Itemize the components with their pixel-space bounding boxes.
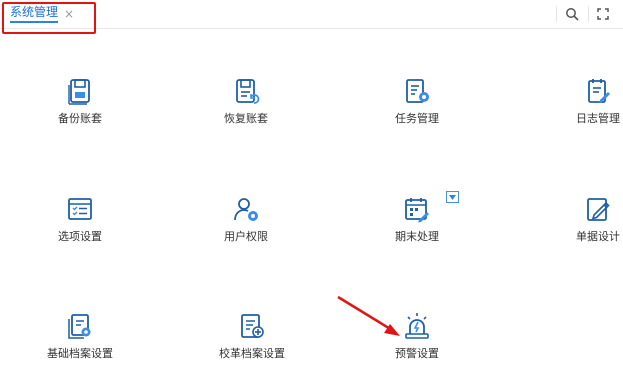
tile-reform-archive-settings[interactable]: 校革档案设置 [192,311,312,387]
tile-label: 日志管理 [576,112,620,125]
toolbar-divider [588,6,589,22]
tile-label: 校革档案设置 [219,347,285,360]
archive-add-icon [237,311,267,341]
tile-label: 单据设计 [576,230,620,243]
tile-label: 用户权限 [224,230,268,243]
search-button[interactable] [562,4,582,24]
system-management-page: 系统管理 × 备份账套 恢复账套 任务管理 日志管理 选项设置 用户权限 期末处… [0,0,623,388]
tile-label: 期末处理 [395,230,439,243]
tile-task-management[interactable]: 任务管理 [357,76,477,152]
alarm-light-icon [402,311,432,341]
options-list-icon [65,194,95,224]
tile-label: 基础档案设置 [47,347,113,360]
tab-highlight-box [2,2,96,34]
user-settings-icon [231,194,261,224]
tile-restore-account[interactable]: 恢复账套 [186,76,306,152]
tile-options-settings[interactable]: 选项设置 [20,194,140,270]
search-icon [566,8,579,21]
tile-label: 备份账套 [58,112,102,125]
tile-alert-settings[interactable]: 预警设置 [357,311,477,387]
document-edit-icon [583,194,613,224]
restore-disk-icon [231,76,261,106]
toolbar-divider [556,6,557,22]
tile-basic-archive-settings[interactable]: 基础档案设置 [20,311,140,387]
tile-period-end-processing[interactable]: 期末处理 [357,194,477,270]
tile-user-permissions[interactable]: 用户权限 [186,194,306,270]
calendar-settings-icon [402,194,432,224]
backup-disk-icon [65,76,95,106]
fullscreen-button[interactable] [593,4,613,24]
tile-log-management[interactable]: 日志管理 [538,76,623,152]
tile-label: 预警设置 [395,347,439,360]
task-settings-icon [402,76,432,106]
tile-label: 任务管理 [395,112,439,125]
caret-down-icon [449,194,456,200]
log-edit-icon [583,76,613,106]
fullscreen-icon [597,8,609,20]
tile-backup-account[interactable]: 备份账套 [20,76,140,152]
tile-label: 恢复账套 [224,112,268,125]
period-end-dropdown-toggle[interactable] [446,191,459,203]
archive-settings-icon [65,311,95,341]
tile-label: 选项设置 [58,230,102,243]
tile-document-design[interactable]: 单据设计 [538,194,623,270]
